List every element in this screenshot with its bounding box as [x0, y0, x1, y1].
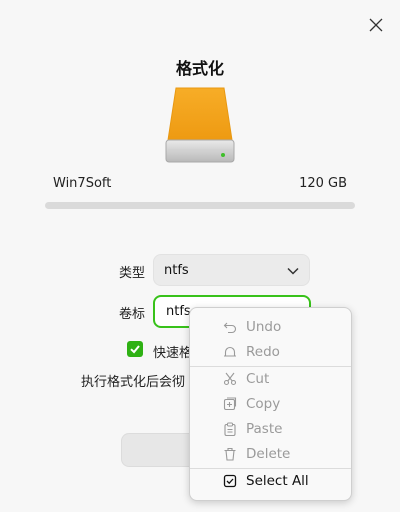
- quick-format-label: 快速格: [153, 346, 193, 361]
- close-icon: [369, 18, 383, 32]
- disk-size: 120 GB: [299, 176, 347, 191]
- menu-label-cut: Cut: [246, 371, 270, 387]
- cut-icon: [223, 372, 237, 386]
- menu-item-redo[interactable]: Redo: [190, 340, 351, 364]
- format-dialog: 格式化 Win7Soft 120 GB 类型 ntfs 卷标 ntfs 快速格 …: [0, 0, 400, 512]
- copy-icon: [223, 397, 237, 411]
- paste-icon: [223, 422, 237, 436]
- menu-item-paste[interactable]: Paste: [190, 417, 351, 441]
- select-all-icon: [223, 474, 237, 488]
- dialog-title: 格式化: [175, 59, 224, 78]
- disk-name: Win7Soft: [53, 176, 112, 191]
- menu-item-delete[interactable]: Delete: [190, 442, 351, 466]
- volume-label: 卷标: [119, 307, 146, 322]
- menu-label-copy: Copy: [246, 396, 281, 412]
- menu-label-delete: Delete: [246, 446, 291, 462]
- chevron-down-icon: [287, 267, 299, 275]
- menu-item-select-all[interactable]: Select All: [190, 469, 351, 493]
- type-label: 类型: [119, 266, 146, 281]
- menu-item-copy[interactable]: Copy: [190, 392, 351, 416]
- volume-label-value: ntfs: [166, 304, 191, 319]
- menu-label-paste: Paste: [246, 421, 283, 437]
- filesystem-type-value: ntfs: [164, 262, 189, 278]
- disk-usage-bar: [45, 202, 355, 209]
- filesystem-type-select[interactable]: ntfs: [153, 254, 310, 286]
- format-warning-text: 执行格式化后会彻: [81, 375, 186, 390]
- menu-item-undo[interactable]: Undo: [190, 315, 351, 339]
- close-button[interactable]: [364, 13, 388, 37]
- checkmark-icon: [130, 345, 140, 354]
- hard-drive-icon: [165, 87, 235, 163]
- redo-icon: [223, 345, 237, 359]
- context-menu: Undo Redo Cut Copy Paste Delete Select A…: [189, 307, 352, 501]
- menu-label-redo: Redo: [246, 344, 280, 360]
- menu-item-cut[interactable]: Cut: [190, 367, 351, 391]
- quick-format-checkbox[interactable]: [127, 341, 143, 357]
- menu-label-undo: Undo: [246, 319, 282, 335]
- delete-icon: [223, 447, 237, 461]
- menu-label-select-all: Select All: [246, 473, 309, 489]
- undo-icon: [223, 320, 237, 334]
